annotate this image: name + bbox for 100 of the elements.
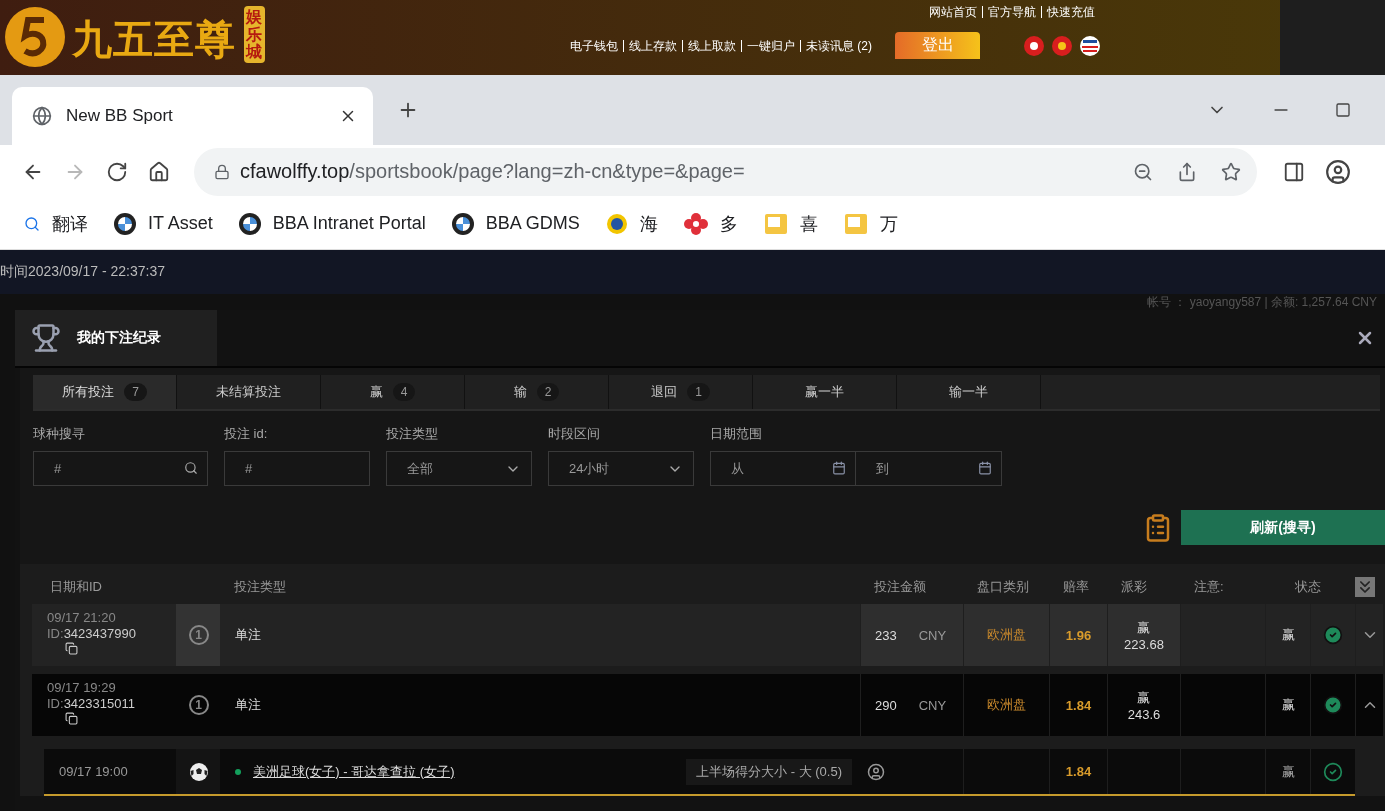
bookmark[interactable]: 万 (843, 211, 898, 236)
bookmark[interactable]: IT Asset (114, 212, 213, 235)
bet-date: 09/17 21:20 (47, 610, 117, 625)
modal-title: 我的下注纪录 (77, 329, 161, 347)
leg-count: 1 (188, 625, 209, 645)
home-icon[interactable] (148, 160, 170, 183)
bet-date: 09/17 19:29 (47, 680, 117, 695)
select-field[interactable]: 全部 (386, 451, 532, 486)
star-icon[interactable] (1221, 161, 1241, 182)
roundel-icon (114, 212, 136, 235)
nav-link[interactable]: 线上存款 (623, 39, 682, 52)
badge-icon (605, 212, 628, 235)
roundel-icon (238, 212, 261, 235)
tab-title: New BB Sport (66, 106, 174, 126)
field-label: 球种搜寻 (33, 425, 86, 443)
market-type: 欧洲盘 (987, 626, 1026, 644)
field-label: 投注类型 (386, 425, 439, 443)
bet-status: 赢 (1281, 626, 1295, 644)
leg-date: 09/17 19:00 (59, 764, 128, 779)
zoom-out-icon[interactable] (1133, 161, 1153, 182)
header-link[interactable]: 快速充值 (1041, 6, 1100, 18)
copy-icon[interactable] (65, 642, 78, 655)
bet-row[interactable]: 09/17 19:29 ID:3423315011 1 单注 290 CNY 欧洲盘 1.84 赢 243.6 赢 (32, 674, 1383, 736)
logo-badge: 娱乐城 (244, 6, 265, 63)
column-header: 注意: (1193, 577, 1225, 596)
bet-status: 赢 (1281, 696, 1295, 714)
person-icon (867, 762, 885, 781)
account-info: 帐号 ： yaoyangy587 | 余额: 1,257.64 CNY (1147, 293, 1377, 311)
bookmark[interactable]: 海 (605, 211, 658, 236)
share-icon[interactable] (1177, 161, 1197, 182)
leg-count: 1 (188, 695, 209, 715)
count-badge: 1 (687, 383, 710, 401)
logo-text: 九五至尊 (72, 16, 236, 63)
calendar-icon[interactable] (832, 461, 846, 475)
calendar-icon[interactable] (978, 461, 992, 475)
reload-icon[interactable] (106, 160, 128, 183)
nav-link[interactable]: 线上取款 (682, 39, 741, 52)
select-field[interactable]: 24小时 (548, 451, 694, 486)
browser-tab[interactable]: New BB Sport (12, 87, 373, 145)
stake-amount: 233 (875, 627, 897, 643)
trophy-icon (31, 323, 61, 353)
count-badge: 2 (536, 383, 560, 401)
bookmark[interactable]: 翻译 (24, 211, 88, 236)
payout: 赢 243.6 (1127, 688, 1161, 722)
column-header: 赔率 (1062, 577, 1090, 596)
ball-icon (189, 762, 208, 781)
maximize-icon[interactable] (1335, 102, 1351, 118)
bet-id: ID:3423437990 (47, 626, 137, 641)
stake-amount: 290 (875, 697, 897, 713)
odds: 1.84 (1065, 697, 1092, 713)
bet-id: ID:3423315011 (47, 696, 136, 711)
bookmark[interactable]: BBA Intranet Portal (238, 212, 426, 235)
date-field[interactable]: 从 (710, 451, 856, 486)
side-panel-icon[interactable] (1283, 160, 1305, 183)
clock-text: 时间2023/09/17 - 22:37:37 (0, 263, 165, 281)
count-badge: 4 (392, 383, 416, 401)
flag-icon[interactable] (1052, 35, 1072, 56)
flag-icon[interactable] (1024, 35, 1044, 56)
bet-type: 单注 (235, 696, 261, 714)
url-text: cfawolffy.top/sportsbook/page?lang=zh-cn&type=&page= (240, 160, 746, 183)
payout: 赢 223.68 (1124, 618, 1164, 652)
field-label: 日期范围 (710, 425, 763, 443)
currency: CNY (918, 627, 947, 643)
column-header: 状态 (1294, 577, 1322, 596)
bookmark[interactable]: 多 (683, 211, 738, 236)
note-icon (763, 212, 788, 235)
flower-icon (683, 212, 708, 235)
address-bar[interactable]: cfawolffy.top/sportsbook/page?lang=zh-cn&type=&page= (194, 147, 1257, 196)
refresh-button[interactable]: 刷新(搜寻) (1181, 510, 1385, 545)
header-link[interactable]: 网站首页 (924, 6, 982, 18)
column-header: 投注金额 (873, 577, 927, 596)
profile-icon[interactable] (1325, 158, 1351, 185)
search-icon[interactable] (184, 461, 198, 475)
roundel-icon (451, 212, 474, 235)
bookmark[interactable]: BBA GDMS (451, 212, 580, 235)
bookmark[interactable]: 喜 (763, 211, 818, 236)
nav-link[interactable]: 电子钱包 (565, 39, 623, 52)
check-icon (1323, 695, 1343, 715)
field-label: 时段区间 (548, 425, 601, 443)
bet-pick: 上半场得分大小 - 大 (0.5) (686, 758, 852, 785)
logo-icon (4, 6, 66, 68)
copy-icon[interactable] (65, 712, 78, 725)
count-badge: 7 (124, 383, 147, 401)
leg-status: 赢 (1281, 762, 1295, 781)
search-field[interactable]: # (33, 451, 208, 486)
lock-icon (214, 163, 230, 180)
header-link[interactable]: 官方导航 (982, 6, 1041, 18)
date-field[interactable]: 到 (856, 451, 1002, 486)
collapse-all-icon[interactable] (1355, 576, 1375, 597)
filter-tab[interactable]: 所有投注 7 (33, 375, 177, 409)
nav-link[interactable]: 未读讯息 (2) (800, 39, 877, 52)
column-header: 派彩 (1120, 577, 1148, 596)
flag-icon[interactable] (1080, 35, 1100, 56)
market-type: 欧洲盘 (987, 696, 1026, 714)
input-field[interactable]: # (224, 451, 370, 486)
bet-row[interactable]: 09/17 21:20 ID:3423437990 1 单注 233 CNY 欧洲盘 1.96 赢 223.68 赢 (32, 604, 1383, 666)
note-icon (843, 212, 868, 235)
nav-link[interactable]: 一键归户 (741, 39, 800, 52)
column-header: 盘口类别 (976, 577, 1030, 596)
match-link[interactable]: 美洲足球(女子) - 哥达拿查拉 (女子) (253, 762, 455, 781)
